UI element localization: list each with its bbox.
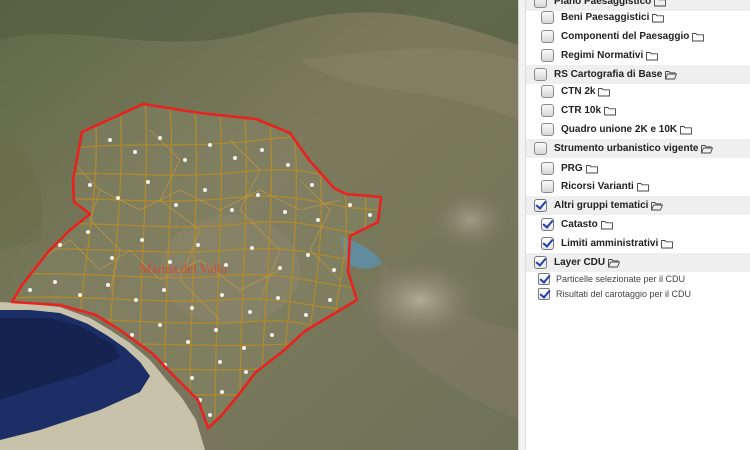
layer-label[interactable]: Beni Paesaggistici (561, 12, 649, 23)
layer-label[interactable]: CTN 2k (561, 86, 595, 97)
layer-tree-item[interactable]: Regimi Normativi (526, 46, 750, 65)
layer-tree-panel: Piano Paesaggistico Beni Paesaggistici Com… (526, 0, 750, 450)
checked-checkbox[interactable] (541, 218, 554, 231)
layer-tree-item[interactable]: Beni Paesaggistici (526, 8, 750, 27)
layer-label[interactable]: RS Cartografia di Base (554, 69, 662, 80)
map-view[interactable]: Marina del Vallo (0, 0, 518, 450)
layer-label[interactable]: Altri gruppi tematici (554, 200, 648, 211)
folder-icon (598, 87, 611, 96)
layer-tree-item[interactable]: Ricorsi Varianti (526, 177, 750, 196)
folder-icon (680, 125, 693, 134)
layer-label[interactable]: PRG (561, 163, 583, 174)
layer-label[interactable]: Layer CDU (554, 257, 605, 268)
unchecked-checkbox[interactable] (534, 0, 547, 8)
layer-label[interactable]: CTR 10k (561, 105, 601, 116)
unchecked-checkbox[interactable] (541, 85, 554, 98)
folder-icon (585, 164, 598, 173)
unchecked-checkbox[interactable] (541, 11, 554, 24)
layer-tree-item[interactable]: CTN 2k (526, 82, 750, 101)
layer-label[interactable]: Piano Paesaggistico (554, 0, 651, 7)
folder-icon (661, 239, 674, 248)
layer-tree-item[interactable]: PRG (526, 159, 750, 178)
folder-icon (646, 51, 659, 60)
layer-tree-item[interactable]: Altri gruppi tematici (526, 196, 750, 215)
panel-splitter[interactable] (518, 0, 526, 450)
unchecked-checkbox[interactable] (541, 180, 554, 193)
checked-checkbox[interactable] (538, 272, 550, 285)
folder-icon (692, 32, 705, 41)
layer-tree-item[interactable]: Limiti amministrativi (526, 234, 750, 253)
layer-label[interactable]: Quadro unione 2K e 10K (561, 124, 677, 135)
folder-icon (604, 106, 616, 115)
layer-tree-item[interactable]: CTR 10k (526, 101, 750, 120)
satellite-map[interactable]: Marina del Vallo (0, 0, 518, 450)
unchecked-checkbox[interactable] (541, 123, 554, 136)
layer-label[interactable]: Catasto (561, 219, 598, 230)
folder-open-icon (701, 144, 714, 153)
unchecked-checkbox[interactable] (541, 162, 554, 175)
checked-checkbox[interactable] (541, 237, 554, 250)
layer-label[interactable]: Limiti amministrativi (561, 238, 658, 249)
layer-label[interactable]: Particelle selezionate per il CDU (556, 274, 685, 284)
unchecked-checkbox[interactable] (534, 142, 547, 155)
checked-checkbox[interactable] (538, 287, 550, 300)
place-label: Marina del Vallo (140, 261, 227, 276)
unchecked-checkbox[interactable] (534, 68, 547, 81)
unchecked-checkbox[interactable] (541, 49, 554, 62)
layer-tree-item[interactable]: Catasto (526, 215, 750, 234)
folder-open-icon (665, 70, 678, 79)
folder-open-icon (651, 201, 664, 210)
checked-checkbox[interactable] (534, 199, 547, 212)
folder-open-icon (608, 258, 621, 267)
layer-label[interactable]: Strumento urbanistico vigente (554, 143, 698, 154)
layer-label[interactable]: Ricorsi Varianti (561, 181, 634, 192)
layer-tree-item[interactable]: Componenti del Paesaggio (526, 27, 750, 46)
folder-icon (600, 220, 613, 229)
layer-tree-item[interactable]: Strumento urbanistico vigente (526, 139, 750, 158)
unchecked-checkbox[interactable] (541, 104, 554, 117)
layer-tree-item[interactable]: Risultati del carotaggio per il CDU (526, 284, 750, 303)
layer-tree-item[interactable]: Quadro unione 2K e 10K (526, 120, 750, 139)
folder-icon (652, 13, 665, 22)
folder-icon (654, 0, 667, 6)
layer-label[interactable]: Regimi Normativi (561, 50, 643, 61)
layer-label[interactable]: Componenti del Paesaggio (561, 31, 689, 42)
checked-checkbox[interactable] (534, 256, 547, 269)
unchecked-checkbox[interactable] (541, 30, 554, 43)
folder-icon (636, 182, 649, 191)
layer-label[interactable]: Risultati del carotaggio per il CDU (556, 289, 691, 299)
